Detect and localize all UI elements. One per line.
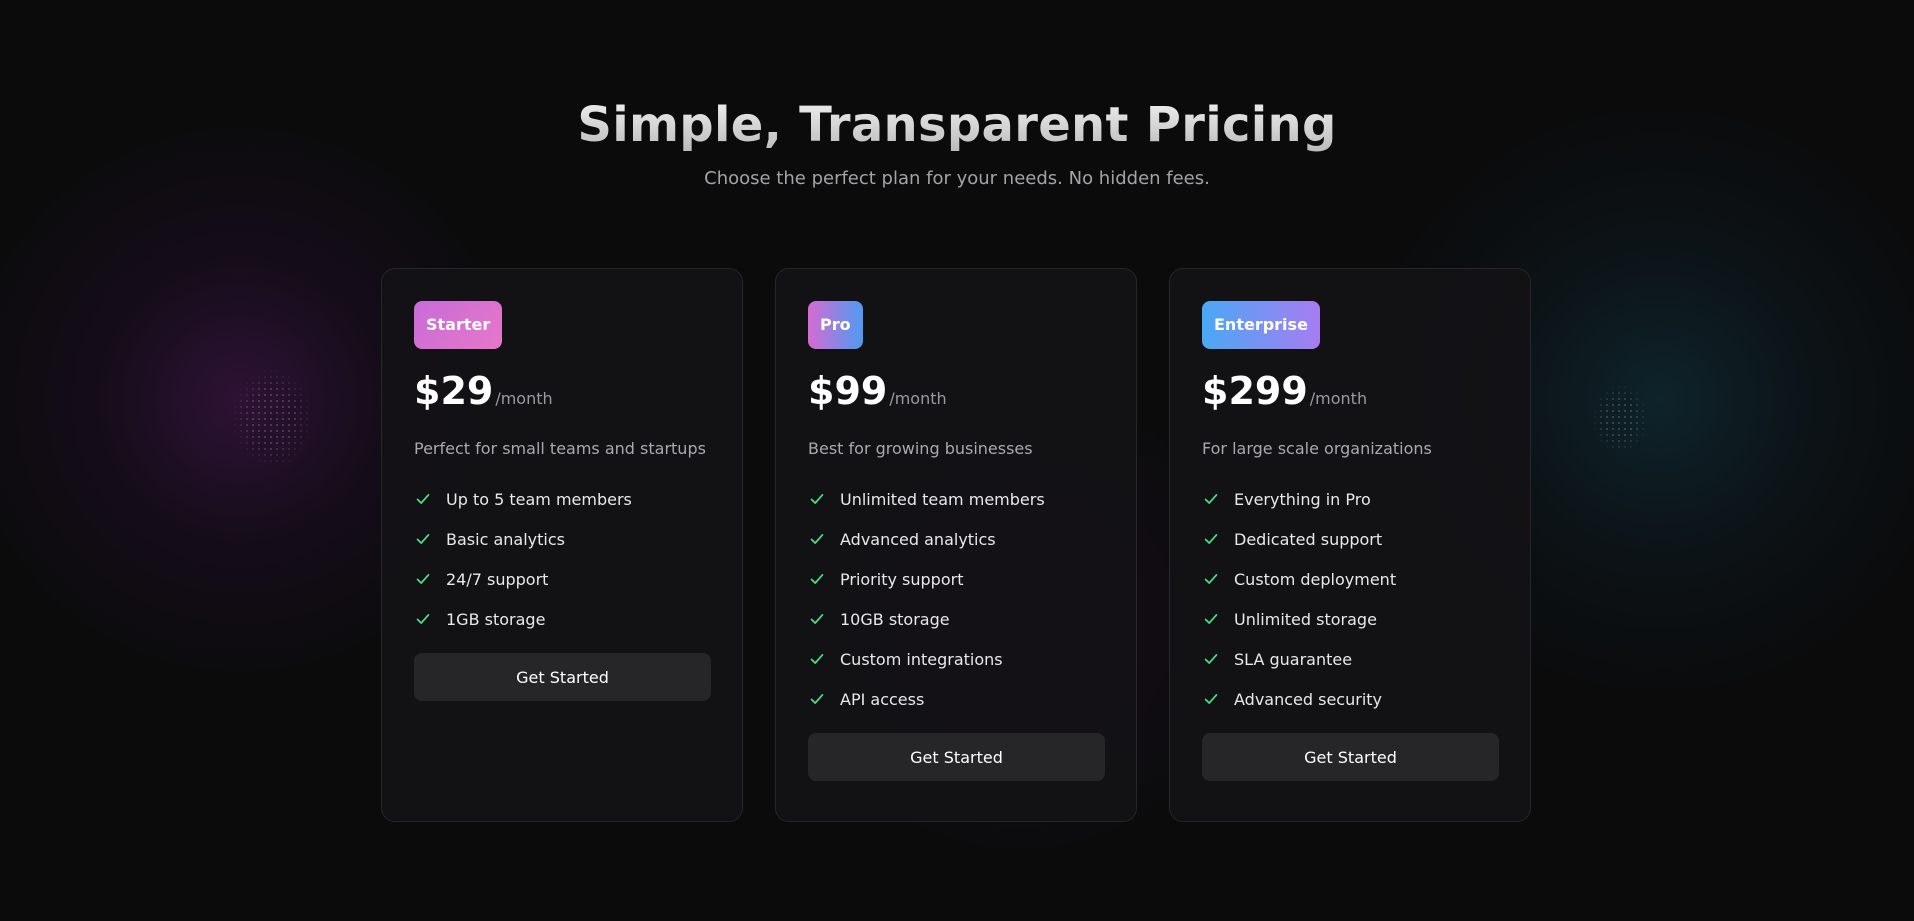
feature-label: 24/7 support: [446, 569, 549, 589]
plan-card-pro: Pro $99 /month Best for growing business…: [775, 268, 1137, 822]
feature-label: Custom deployment: [1234, 569, 1397, 589]
feature-label: Dedicated support: [1234, 529, 1383, 549]
feature-item: Custom integrations: [808, 639, 1104, 679]
pricing-header: Simple, Transparent Pricing Choose the p…: [0, 96, 1914, 189]
feature-item: Advanced security: [1202, 679, 1498, 719]
price-row: $299 /month: [1202, 369, 1498, 417]
check-icon: [416, 614, 430, 624]
check-icon: [416, 534, 430, 544]
check-icon: [810, 494, 824, 504]
check-icon: [1204, 654, 1218, 664]
feature-label: Everything in Pro: [1234, 489, 1371, 509]
plan-card-enterprise: Enterprise $299 /month For large scale o…: [1169, 268, 1531, 822]
plan-price: $99: [808, 369, 888, 413]
plan-description: Best for growing businesses: [808, 439, 1033, 458]
get-started-button-enterprise[interactable]: Get Started: [1202, 733, 1499, 781]
plan-badge: Starter: [414, 301, 503, 349]
plan-period: /month: [1309, 389, 1368, 408]
plan-description: For large scale organizations: [1202, 439, 1432, 458]
get-started-button-starter[interactable]: Get Started: [414, 653, 711, 701]
price-row: $29 /month: [414, 369, 710, 417]
feature-item: Dedicated support: [1202, 519, 1498, 559]
feature-label: SLA guarantee: [1234, 649, 1353, 669]
feature-label: Custom integrations: [840, 649, 1003, 669]
feature-item: 24/7 support: [414, 559, 710, 599]
decorative-dot-pattern-left: [232, 368, 312, 468]
feature-item: Up to 5 team members: [414, 479, 710, 519]
check-icon: [1204, 574, 1218, 584]
feature-item: SLA guarantee: [1202, 639, 1498, 679]
feature-label: API access: [840, 689, 925, 709]
plan-badge: Enterprise: [1202, 301, 1320, 349]
feature-label: 1GB storage: [446, 609, 546, 629]
feature-label: Advanced analytics: [840, 529, 996, 549]
feature-item: Advanced analytics: [808, 519, 1104, 559]
plan-description: Perfect for small teams and startups: [414, 439, 706, 458]
feature-label: Up to 5 team members: [446, 489, 632, 509]
feature-label: Unlimited team members: [840, 489, 1045, 509]
feature-item: Custom deployment: [1202, 559, 1498, 599]
check-icon: [1204, 494, 1218, 504]
feature-list: Up to 5 team members Basic analytics 24/…: [414, 479, 710, 639]
check-icon: [810, 614, 824, 624]
plan-period: /month: [889, 389, 947, 408]
get-started-button-pro[interactable]: Get Started: [808, 733, 1105, 781]
feature-label: Advanced security: [1234, 689, 1382, 709]
check-icon: [416, 574, 430, 584]
check-icon: [810, 534, 824, 544]
feature-label: Unlimited storage: [1234, 609, 1377, 629]
feature-list: Everything in Pro Dedicated support Cust…: [1202, 479, 1498, 719]
check-icon: [810, 654, 824, 664]
feature-label: Priority support: [840, 569, 964, 589]
plan-period: /month: [495, 389, 553, 408]
price-row: $99 /month: [808, 369, 1104, 417]
feature-item: Everything in Pro: [1202, 479, 1498, 519]
pricing-cards: Starter $29 /month Perfect for small tea…: [381, 268, 1531, 822]
feature-label: Basic analytics: [446, 529, 565, 549]
feature-item: Basic analytics: [414, 519, 710, 559]
plan-card-starter: Starter $29 /month Perfect for small tea…: [381, 268, 743, 822]
feature-item: 10GB storage: [808, 599, 1104, 639]
feature-item: Unlimited storage: [1202, 599, 1498, 639]
check-icon: [810, 574, 824, 584]
feature-label: 10GB storage: [840, 609, 950, 629]
check-icon: [1204, 534, 1218, 544]
feature-item: 1GB storage: [414, 599, 710, 639]
decorative-dot-pattern-right: [1592, 384, 1648, 454]
check-icon: [1204, 694, 1218, 704]
feature-item: Unlimited team members: [808, 479, 1104, 519]
page-title: Simple, Transparent Pricing: [0, 96, 1914, 154]
check-icon: [1204, 614, 1218, 624]
feature-item: Priority support: [808, 559, 1104, 599]
feature-list: Unlimited team members Advanced analytic…: [808, 479, 1104, 719]
page-subtitle: Choose the perfect plan for your needs. …: [704, 168, 1210, 189]
feature-item: API access: [808, 679, 1104, 719]
plan-price: $299: [1202, 369, 1308, 413]
plan-price: $29: [414, 369, 494, 413]
check-icon: [810, 694, 824, 704]
check-icon: [416, 494, 430, 504]
plan-badge: Pro: [808, 301, 863, 349]
